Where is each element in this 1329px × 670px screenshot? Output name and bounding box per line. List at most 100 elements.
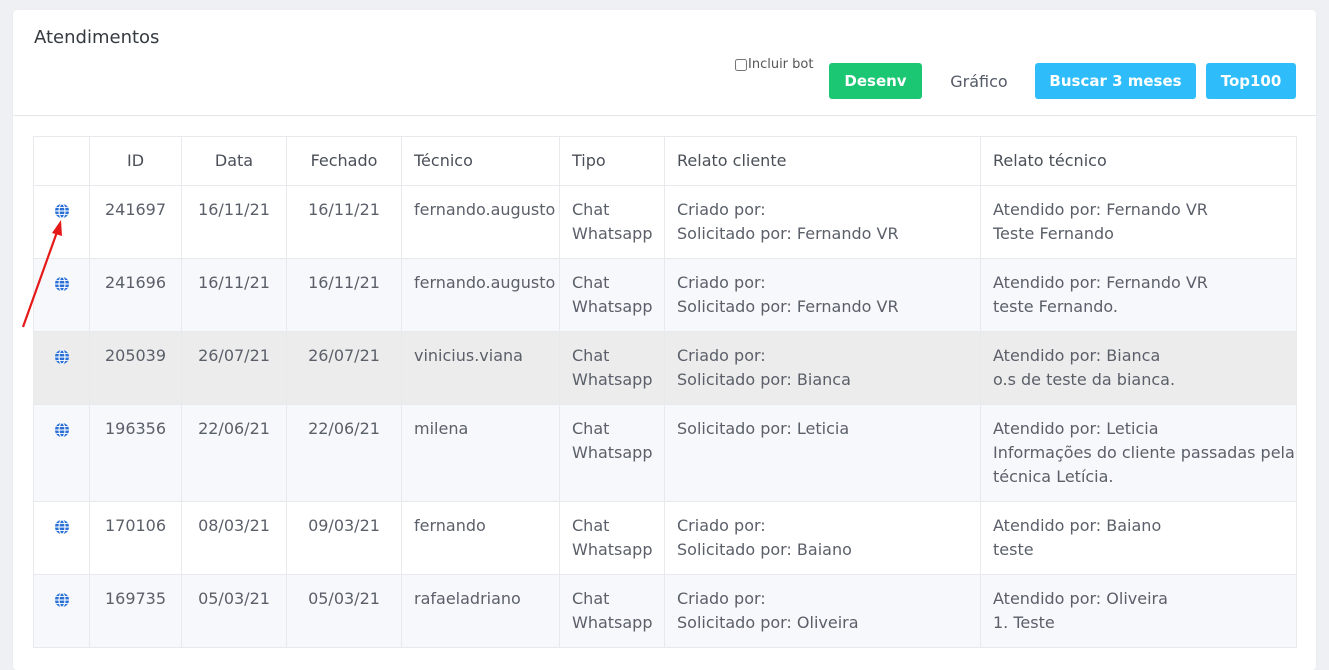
relato-cliente-line: Solicitado por: Bianca [677,370,851,389]
col-header-fechado[interactable]: Fechado [286,136,402,186]
relato-cliente-line: Solicitado por: Fernando VR [677,297,899,316]
tipo-line: Chat [572,419,610,438]
cell-relato-cliente: Criado por: Solicitado por: Oliveira [664,574,981,648]
tipo-line: Chat [572,200,610,219]
cell-fechado: 22/06/21 [286,404,402,502]
globe-icon[interactable] [54,518,70,535]
globe-cell [33,574,90,648]
cell-tipo: Chat Whatsapp [559,574,665,648]
relato-tecnico-line: Atendido por: Fernando VR [993,273,1208,292]
tipo-line: Whatsapp [572,613,653,632]
table-row[interactable]: 241697 16/11/21 16/11/21 fernando.augusto Ch… [33,185,1297,259]
relato-cliente-line: Criado por: [677,200,766,219]
cell-tecnico: fernando.augusto [401,258,560,332]
cell-relato-cliente: Criado por: Solicitado por: Bianca [664,331,981,405]
include-bot-checkbox-label[interactable]: Incluir bot [735,57,813,72]
tipo-line: Whatsapp [572,297,653,316]
globe-icon[interactable] [54,275,70,292]
col-header-relato-cliente[interactable]: Relato cliente [664,136,981,186]
cell-tecnico: vinicius.viana [401,331,560,405]
relato-cliente-line: Criado por: [677,273,766,292]
tipo-line: Chat [572,273,610,292]
cell-tipo: Chat Whatsapp [559,258,665,332]
cell-id: 241697 [89,185,182,259]
col-header-id[interactable]: ID [89,136,182,186]
cell-tecnico: fernando [401,501,560,575]
include-bot-label: Incluir bot [748,57,814,72]
cell-id: 196356 [89,404,182,502]
cell-id: 241696 [89,258,182,332]
cell-relato-cliente: Criado por: Solicitado por: Fernando VR [664,258,981,332]
tipo-line: Chat [572,346,610,365]
relato-tecnico-line: Teste Fernando [993,224,1114,243]
cell-id: 205039 [89,331,182,405]
cell-relato-tecnico: Atendido por: Fernando VR Teste Fernando [980,185,1297,259]
tipo-line: Whatsapp [572,224,653,243]
top100-button[interactable]: Top100 [1206,63,1296,99]
cell-data: 22/06/21 [181,404,287,502]
cell-data: 26/07/21 [181,331,287,405]
col-header-relato-tecnico[interactable]: Relato técnico [980,136,1297,186]
relato-tecnico-line: Atendido por: Baiano [993,516,1162,535]
cell-id: 169735 [89,574,182,648]
relato-cliente-line: Criado por: [677,589,766,608]
card-header: Atendimentos Incluir bot Desenv Gráfico … [13,10,1316,116]
table-row[interactable]: 205039 26/07/21 26/07/21 vinicius.viana Chat… [33,331,1297,405]
relato-tecnico-line: Atendido por: Leticia [993,419,1159,438]
cell-relato-tecnico: Atendido por: Baiano teste [980,501,1297,575]
cell-data: 16/11/21 [181,258,287,332]
cell-data: 08/03/21 [181,501,287,575]
relato-cliente-line: Solicitado por: Fernando VR [677,224,899,243]
relato-tecnico-line: Atendido por: Bianca [993,346,1161,365]
cell-fechado: 16/11/21 [286,185,402,259]
desenv-button[interactable]: Desenv [829,63,922,99]
table-row[interactable]: 169735 05/03/21 05/03/21 rafaeladriano Chat W… [33,574,1297,648]
table-row[interactable]: 196356 22/06/21 22/06/21 milena Chat Whatsapp… [33,404,1297,502]
globe-icon[interactable] [54,421,70,438]
col-header-icon [33,136,90,186]
relato-tecnico-line: teste Fernando. [993,297,1118,316]
cell-tecnico: rafaeladriano [401,574,560,648]
relato-tecnico-line: 1. Teste [993,613,1055,632]
cell-relato-cliente: Criado por: Solicitado por: Baiano [664,501,981,575]
cell-tecnico: milena [401,404,560,502]
grafico-button[interactable]: Gráfico [936,63,1022,99]
page-title: Atendimentos [34,27,160,48]
relato-cliente-line: Solicitado por: Oliveira [677,613,859,632]
cell-relato-tecnico: Atendido por: Fernando VR teste Fernando. [980,258,1297,332]
relato-tecnico-line: Informações do cliente passadas pela [993,443,1295,462]
tipo-line: Chat [572,589,610,608]
cell-relato-tecnico: Atendido por: Leticia Informações do clie… [980,404,1297,502]
cell-fechado: 26/07/21 [286,331,402,405]
globe-cell [33,258,90,332]
table-row[interactable]: 170106 08/03/21 09/03/21 fernando Chat Whatsa… [33,501,1297,575]
relato-cliente-line: Criado por: [677,346,766,365]
table-row[interactable]: 241696 16/11/21 16/11/21 fernando.augusto Ch… [33,258,1297,332]
relato-tecnico-line: Atendido por: Oliveira [993,589,1168,608]
atendimentos-table: ID Data Fechado Técnico Tipo Relato clie… [33,136,1297,648]
cell-relato-tecnico: Atendido por: Bianca o.s de teste da bian… [980,331,1297,405]
col-header-tipo[interactable]: Tipo [559,136,665,186]
tipo-line: Whatsapp [572,370,653,389]
globe-icon[interactable] [54,202,70,219]
col-header-tecnico[interactable]: Técnico [401,136,560,186]
cell-data: 05/03/21 [181,574,287,648]
relato-tecnico-line: Atendido por: Fernando VR [993,200,1208,219]
relato-cliente-line: Criado por: [677,516,766,535]
tipo-line: Whatsapp [572,540,653,559]
relato-cliente-line: Solicitado por: Leticia [677,419,850,438]
relato-tecnico-line: técnica Letícia. [993,467,1114,486]
cell-data: 16/11/21 [181,185,287,259]
include-bot-checkbox[interactable] [735,58,747,71]
globe-cell [33,185,90,259]
globe-icon[interactable] [54,591,70,608]
col-header-data[interactable]: Data [181,136,287,186]
table-header-row: ID Data Fechado Técnico Tipo Relato clie… [33,136,1297,186]
buscar-3-meses-button[interactable]: Buscar 3 meses [1035,63,1196,99]
cell-relato-cliente: Criado por: Solicitado por: Fernando VR [664,185,981,259]
atendimentos-card: Atendimentos Incluir bot Desenv Gráfico … [13,10,1316,670]
relato-tecnico-line: o.s de teste da bianca. [993,370,1176,389]
globe-icon[interactable] [54,348,70,365]
cell-id: 170106 [89,501,182,575]
cell-relato-cliente: Solicitado por: Leticia [664,404,981,502]
